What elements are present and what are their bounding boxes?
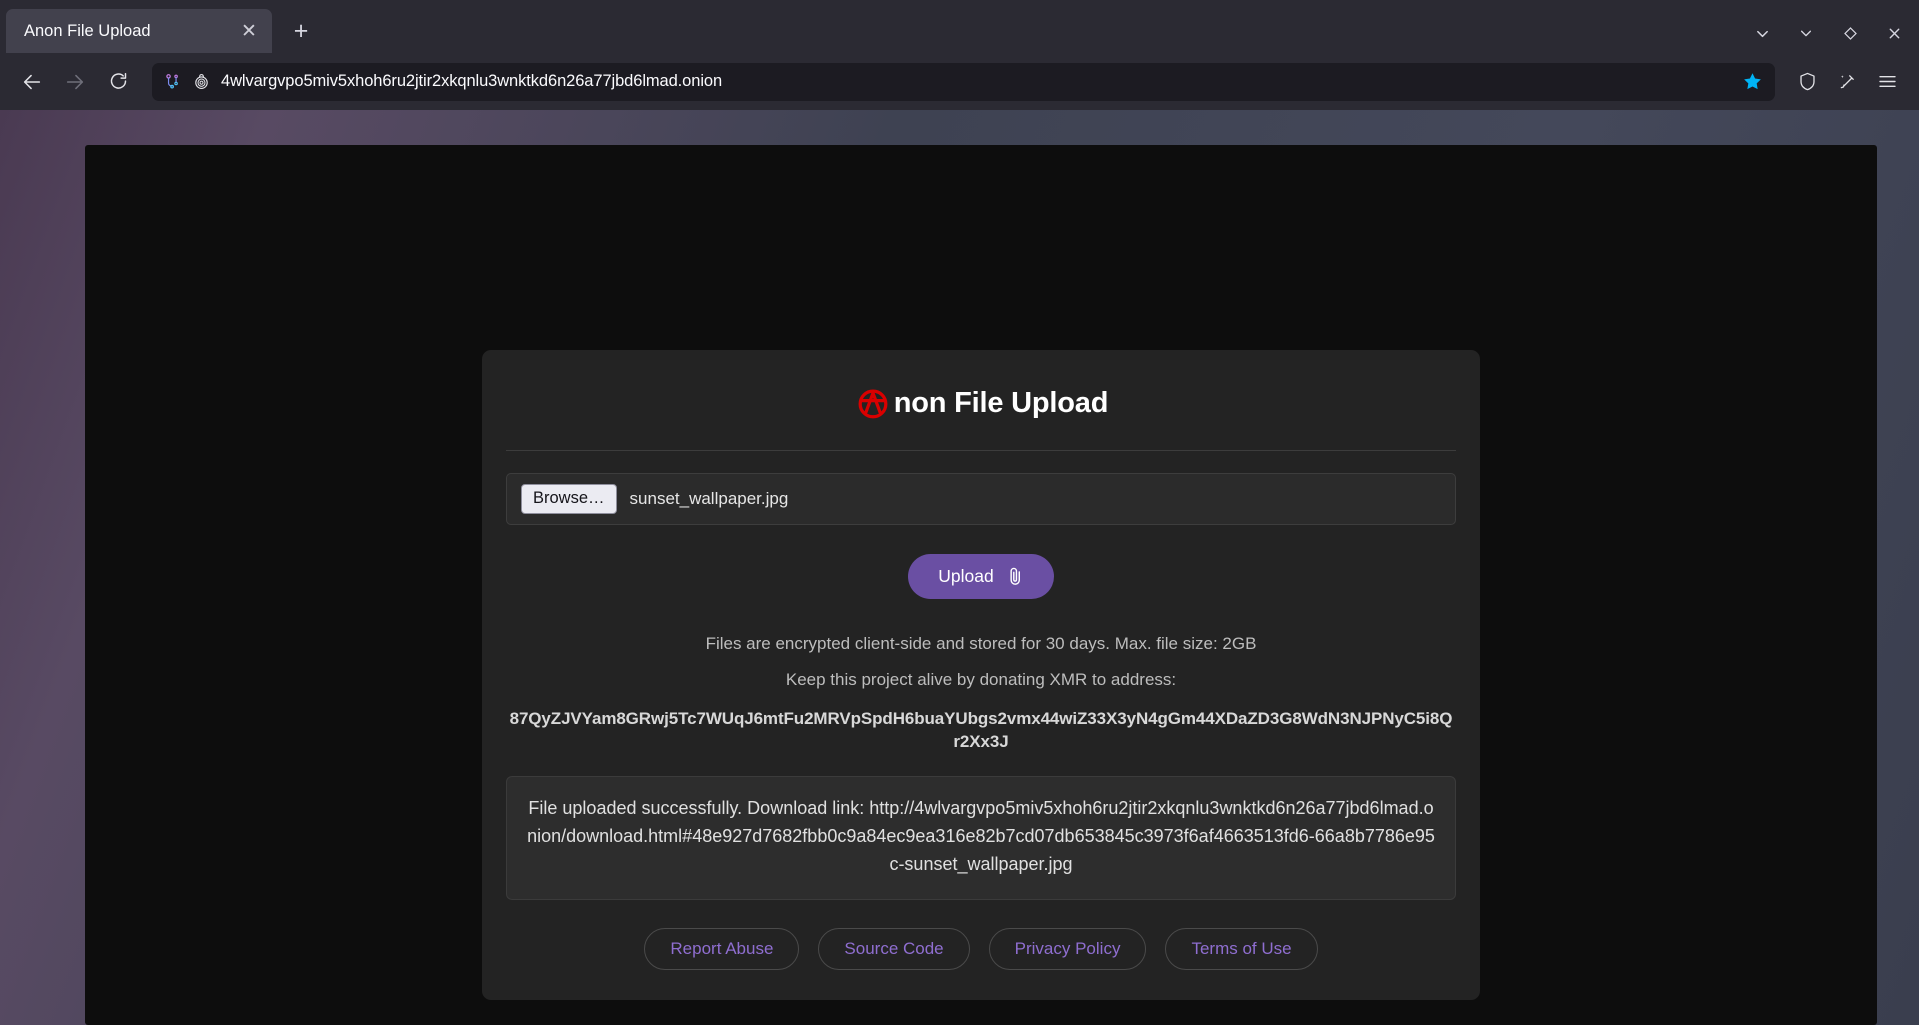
privacy-policy-button[interactable]: Privacy Policy (988, 927, 1147, 970)
upload-button[interactable]: Upload (908, 554, 1054, 599)
url-bar[interactable]: 4wlvargvpo5miv5xhoh6ru2jtir2xkqnlu3wnktk… (152, 62, 1775, 101)
browse-button[interactable]: Browse… (521, 484, 617, 514)
tor-circuit-icon[interactable] (163, 72, 182, 91)
new-tab-button[interactable]: + (282, 12, 320, 50)
file-input-row[interactable]: Browse… sunset_wallpaper.jpg (506, 473, 1456, 525)
close-window-icon[interactable] (1879, 18, 1909, 48)
title-divider (506, 450, 1456, 451)
info-text-donation: Keep this project alive by donating XMR … (785, 670, 1177, 689)
web-page: non File Upload Browse… sunset_wallpaper… (85, 145, 1877, 1025)
page-title: non File Upload (506, 384, 1456, 426)
list-all-tabs-icon[interactable] (1747, 18, 1777, 48)
onion-icon[interactable] (192, 72, 211, 91)
hamburger-menu-icon[interactable] (1868, 63, 1906, 101)
back-arrow-icon[interactable] (13, 63, 51, 101)
tab-title: Anon File Upload (24, 21, 151, 40)
url-text[interactable]: 4wlvargvpo5miv5xhoh6ru2jtir2xkqnlu3wnktk… (221, 72, 1729, 91)
reload-icon[interactable] (99, 63, 137, 101)
bookmark-star-icon[interactable] (1739, 69, 1765, 95)
upload-card: non File Upload Browse… sunset_wallpaper… (482, 350, 1480, 1000)
upload-button-row: Upload (506, 554, 1456, 599)
navigation-toolbar: 4wlvargvpo5miv5xhoh6ru2jtir2xkqnlu3wnktk… (0, 53, 1919, 110)
xmr-address[interactable]: 87QyZJVYam8GRwj5Tc7WUqJ6mtFu2MRVpSpdH6bu… (506, 707, 1456, 754)
source-code-button[interactable]: Source Code (818, 927, 970, 970)
close-icon[interactable]: ✕ (236, 18, 262, 44)
footer-links: Report Abuse Source Code Privacy Policy … (506, 927, 1456, 970)
toolbar-actions (1788, 63, 1906, 101)
new-identity-icon[interactable] (1828, 63, 1866, 101)
restore-window-icon[interactable] (1835, 18, 1865, 48)
shield-icon[interactable] (1788, 63, 1826, 101)
tab-strip: Anon File Upload ✕ + (0, 0, 1919, 53)
forward-arrow-icon[interactable] (56, 63, 94, 101)
selected-filename: sunset_wallpaper.jpg (629, 489, 789, 508)
terms-of-use-button[interactable]: Terms of Use (1165, 927, 1318, 970)
browser-tab[interactable]: Anon File Upload ✕ (6, 9, 272, 53)
upload-result-message[interactable]: File uploaded successfully. Download lin… (506, 775, 1456, 900)
browser-window: Anon File Upload ✕ + 4wlvargvpo5miv5xhoh… (0, 0, 1919, 1025)
browser-viewport: non File Upload Browse… sunset_wallpaper… (0, 110, 1919, 1025)
paperclip-icon (1007, 566, 1024, 587)
upload-button-label: Upload (938, 566, 994, 586)
page-title-text: non File Upload (893, 386, 1109, 419)
window-controls (1747, 18, 1909, 48)
report-abuse-button[interactable]: Report Abuse (644, 927, 800, 970)
anarchy-circle-a-icon (854, 384, 892, 422)
minimize-window-icon[interactable] (1791, 18, 1821, 48)
info-text-storage: Files are encrypted client-side and stor… (705, 634, 1257, 653)
